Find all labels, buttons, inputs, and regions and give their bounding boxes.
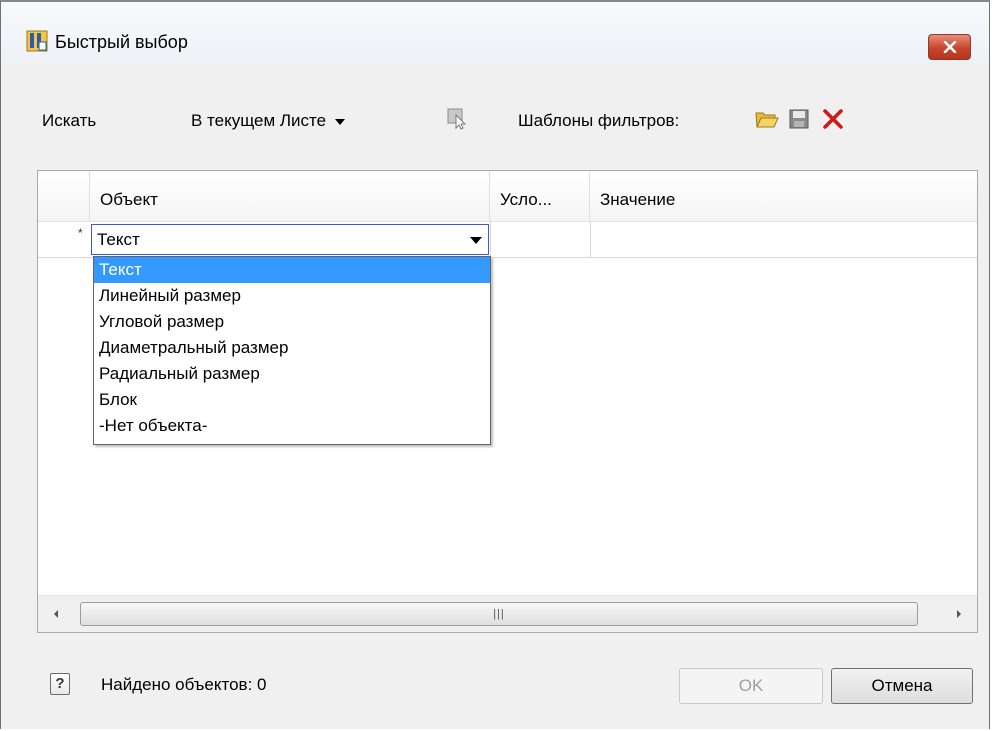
dropdown-option[interactable]: Текст: [94, 257, 490, 283]
templates-label: Шаблоны фильтров:: [518, 111, 680, 130]
filter-grid: Объект Усло... Значение * Текст Текст Ли…: [37, 170, 978, 633]
object-type-dropdown-list: Текст Линейный размер Угловой размер Диа…: [93, 256, 491, 445]
dropdown-option[interactable]: Линейный размер: [94, 283, 490, 309]
arrow-left-icon: [54, 610, 58, 618]
scroll-left-button[interactable]: [38, 596, 74, 632]
toolbar: [1, 62, 989, 150]
dropdown-option[interactable]: Диаметральный размер: [94, 335, 490, 361]
value-cell[interactable]: [591, 221, 977, 257]
dropdown-option[interactable]: -Нет объекта-: [94, 413, 490, 439]
window-title: Быстрый выбор: [55, 32, 188, 52]
condition-cell[interactable]: [491, 221, 590, 257]
grip-icon: |||: [493, 608, 505, 620]
dropdown-option[interactable]: Угловой размер: [94, 309, 490, 335]
arrow-right-icon: [957, 610, 961, 618]
combobox-value: Текст: [97, 230, 140, 249]
help-icon[interactable]: ?: [50, 673, 70, 695]
select-objects-icon[interactable]: [447, 108, 469, 135]
scope-value: В текущем Листе: [191, 111, 327, 130]
delete-icon[interactable]: [822, 108, 844, 135]
new-row-marker: *: [78, 226, 83, 240]
chevron-down-icon: [334, 118, 345, 125]
cancel-button[interactable]: Отмена: [831, 668, 973, 704]
save-icon[interactable]: [789, 109, 809, 134]
grid-header: Объект Усло... Значение: [38, 171, 977, 222]
column-header-object[interactable]: Объект: [90, 171, 490, 221]
close-icon: [943, 41, 956, 53]
horizontal-scrollbar[interactable]: |||: [38, 595, 977, 632]
ok-button[interactable]: OK: [679, 668, 823, 704]
chevron-down-icon[interactable]: [470, 237, 482, 244]
column-header-value[interactable]: Значение: [590, 171, 977, 221]
row-header-corner: [38, 171, 90, 221]
dropdown-option[interactable]: Блок: [94, 387, 490, 413]
scope-dropdown[interactable]: В текущем Листе: [191, 111, 345, 131]
close-button[interactable]: [928, 34, 971, 60]
object-type-combobox[interactable]: Текст: [91, 224, 489, 255]
objects-found-status: Найдено объектов: 0: [101, 675, 267, 694]
folder-open-icon[interactable]: [755, 109, 779, 134]
title-bar: Быстрый выбор: [1, 2, 989, 62]
quick-select-app-icon: [26, 30, 48, 52]
search-label: Искать: [42, 111, 97, 130]
dropdown-option[interactable]: Радиальный размер: [94, 361, 490, 387]
quick-select-dialog: Быстрый выбор Искать В текущем Листе Шаб…: [0, 0, 990, 729]
column-header-condition[interactable]: Усло...: [490, 171, 590, 221]
scroll-thumb[interactable]: |||: [80, 602, 918, 626]
scroll-right-button[interactable]: [941, 596, 977, 632]
